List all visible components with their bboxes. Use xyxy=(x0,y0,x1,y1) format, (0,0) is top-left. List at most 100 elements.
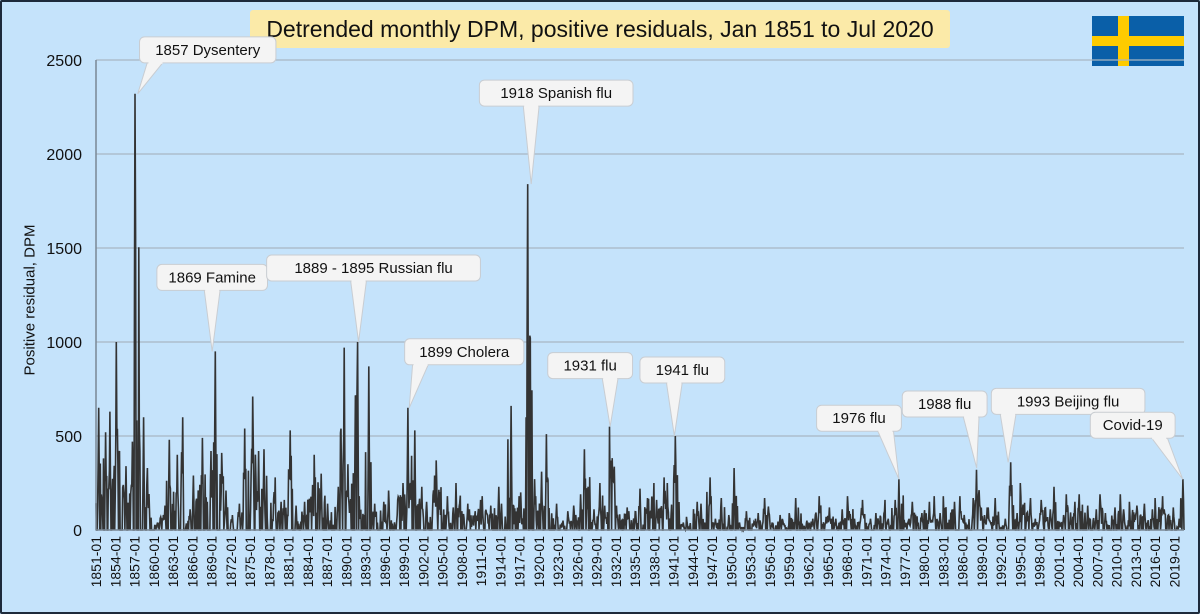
x-tick-label: 1992-01 xyxy=(993,536,1009,588)
x-tick-label: 1944-01 xyxy=(685,536,701,588)
x-tick-label: 1977-01 xyxy=(897,536,913,588)
x-tick-label: 2007-01 xyxy=(1089,536,1105,588)
y-tick-label: 0 xyxy=(73,523,82,540)
x-tick-label: 1932-01 xyxy=(608,536,624,588)
x-tick-labels: 1851-01 1854-01 1857-01 1860-01 1863-01 1866-… xyxy=(88,536,1182,588)
annotation-label: 1857 Dysentery xyxy=(155,42,261,59)
x-tick-label: 1938-01 xyxy=(646,536,662,588)
annotation-label: 1918 Spanish flu xyxy=(500,85,612,102)
annotation-pointer xyxy=(601,377,619,427)
annotation-pointer xyxy=(137,61,165,95)
annotation-joint xyxy=(603,375,618,380)
x-tick-label: 1971-01 xyxy=(858,536,874,588)
y-tick-labels: 0 500 1000 1500 2000 2500 xyxy=(46,53,82,540)
x-tick-label: 1923-01 xyxy=(550,536,566,588)
x-tick-label: 1872-01 xyxy=(223,536,239,588)
x-tick-label: 1851-01 xyxy=(88,536,104,588)
x-tick-label: 1998-01 xyxy=(1032,536,1048,588)
x-tick-label: 1884-01 xyxy=(300,536,316,588)
x-tick-label: 1926-01 xyxy=(569,536,585,588)
x-tick-label: 1857-01 xyxy=(127,536,143,588)
annotation-pointer xyxy=(999,412,1017,463)
annotation-callout: 1931 flu xyxy=(547,352,634,427)
annotation-label: 1941 flu xyxy=(656,362,709,379)
x-tick-label: 1896-01 xyxy=(377,536,393,588)
x-tick-label: 1995-01 xyxy=(1012,536,1028,588)
x-tick-label: 1986-01 xyxy=(955,536,971,588)
annotation-label: 1931 flu xyxy=(563,358,616,375)
x-tick-label: 1968-01 xyxy=(839,536,855,588)
annotation-pointer xyxy=(522,104,540,185)
x-tick-label: 1917-01 xyxy=(512,536,528,588)
annotation-joint xyxy=(878,428,893,433)
x-tick-label: 1908-01 xyxy=(454,536,470,588)
annotation-joint xyxy=(205,287,220,292)
annotation-label: 1993 Beijing flu xyxy=(1017,393,1120,410)
annotation-callout: 1941 flu xyxy=(639,356,726,437)
x-tick-label: 2010-01 xyxy=(1109,536,1125,588)
annotation-joint xyxy=(413,361,428,366)
x-tick-label: 1920-01 xyxy=(531,536,547,588)
annotation-callout: 1976 flu xyxy=(816,404,902,480)
annotation-label: 1889 - 1895 Russian flu xyxy=(294,260,452,277)
x-tick-label: 1905-01 xyxy=(435,536,451,588)
annotation-callout: 1869 Famine xyxy=(156,263,268,352)
annotation-pointer xyxy=(1150,436,1184,480)
chart-plot: 0 500 1000 1500 2000 2500 1851-01 1854-01 1857-… xyxy=(46,36,1185,588)
annotation-callout: 1857 Dysentery xyxy=(137,36,277,95)
annotation-callout: 1988 flu xyxy=(901,390,988,469)
annotation-pointer xyxy=(876,429,900,480)
x-tick-label: 1902-01 xyxy=(415,536,431,588)
x-tick-label: 1983-01 xyxy=(935,536,951,588)
x-tick-label: 1887-01 xyxy=(319,536,335,588)
x-tick-label: 1980-01 xyxy=(916,536,932,588)
annotation-label: 1976 flu xyxy=(832,410,885,427)
x-tick-label: 1875-01 xyxy=(242,536,258,588)
annotation-joint xyxy=(1152,435,1167,440)
series-line xyxy=(95,93,1185,533)
y-tick-label: 500 xyxy=(55,429,82,446)
y-tick-label: 1000 xyxy=(46,335,82,352)
x-tick-label: 1881-01 xyxy=(281,536,297,588)
x-tick-label: 1965-01 xyxy=(820,536,836,588)
x-tick-label: 1914-01 xyxy=(492,536,508,588)
annotation-callout: 1889 - 1895 Russian flu xyxy=(266,254,481,343)
x-tick-label: 1953-01 xyxy=(743,536,759,588)
annotation-joint xyxy=(1001,411,1016,416)
x-tick-label: 1962-01 xyxy=(800,536,816,588)
x-tick-label: 2004-01 xyxy=(1070,536,1086,588)
x-tick-label: 1899-01 xyxy=(396,536,412,588)
y-tick-label: 2000 xyxy=(46,147,82,164)
annotation-joint xyxy=(148,59,163,64)
x-tick-label: 1878-01 xyxy=(261,536,277,588)
x-tick-label: 1866-01 xyxy=(184,536,200,588)
annotation-callout: 1918 Spanish flu xyxy=(478,79,634,185)
annotation-joint xyxy=(964,413,979,418)
x-tick-label: 1956-01 xyxy=(762,536,778,588)
x-tick-label: 2013-01 xyxy=(1128,536,1144,588)
annotation-joint xyxy=(524,103,539,108)
x-tick-label: 1860-01 xyxy=(146,536,162,588)
x-tick-label: 1950-01 xyxy=(723,536,739,588)
annotation-joint xyxy=(351,278,366,282)
annotation-label: 1988 flu xyxy=(918,396,971,413)
x-tick-label: 1890-01 xyxy=(338,536,354,588)
x-tick-label: 1959-01 xyxy=(781,536,797,588)
annotation-callout: Covid-19 xyxy=(1089,411,1184,480)
x-tick-label: 1974-01 xyxy=(878,536,894,588)
x-tick-label: 2001-01 xyxy=(1051,536,1067,588)
annotation-callout: 1899 Cholera xyxy=(404,338,525,409)
x-tick-label: 1869-01 xyxy=(204,536,220,588)
series-line-path xyxy=(95,93,1185,533)
x-tick-label: 1935-01 xyxy=(627,536,643,588)
annotation-joint xyxy=(667,380,682,384)
x-tick-label: 1893-01 xyxy=(358,536,374,588)
x-tick-label: 1911-01 xyxy=(473,536,489,587)
annotation-label: 1869 Famine xyxy=(168,269,256,286)
annotation-pointer xyxy=(962,415,980,469)
annotations: 1857 Dysentery 1869 Famine 1889 - 1895 Rus… xyxy=(137,36,1184,480)
y-tick-label: 2500 xyxy=(46,53,82,70)
x-tick-label: 1989-01 xyxy=(974,536,990,588)
x-tick-label: 1941-01 xyxy=(666,536,682,588)
x-tick-label: 2019-01 xyxy=(1166,536,1182,588)
